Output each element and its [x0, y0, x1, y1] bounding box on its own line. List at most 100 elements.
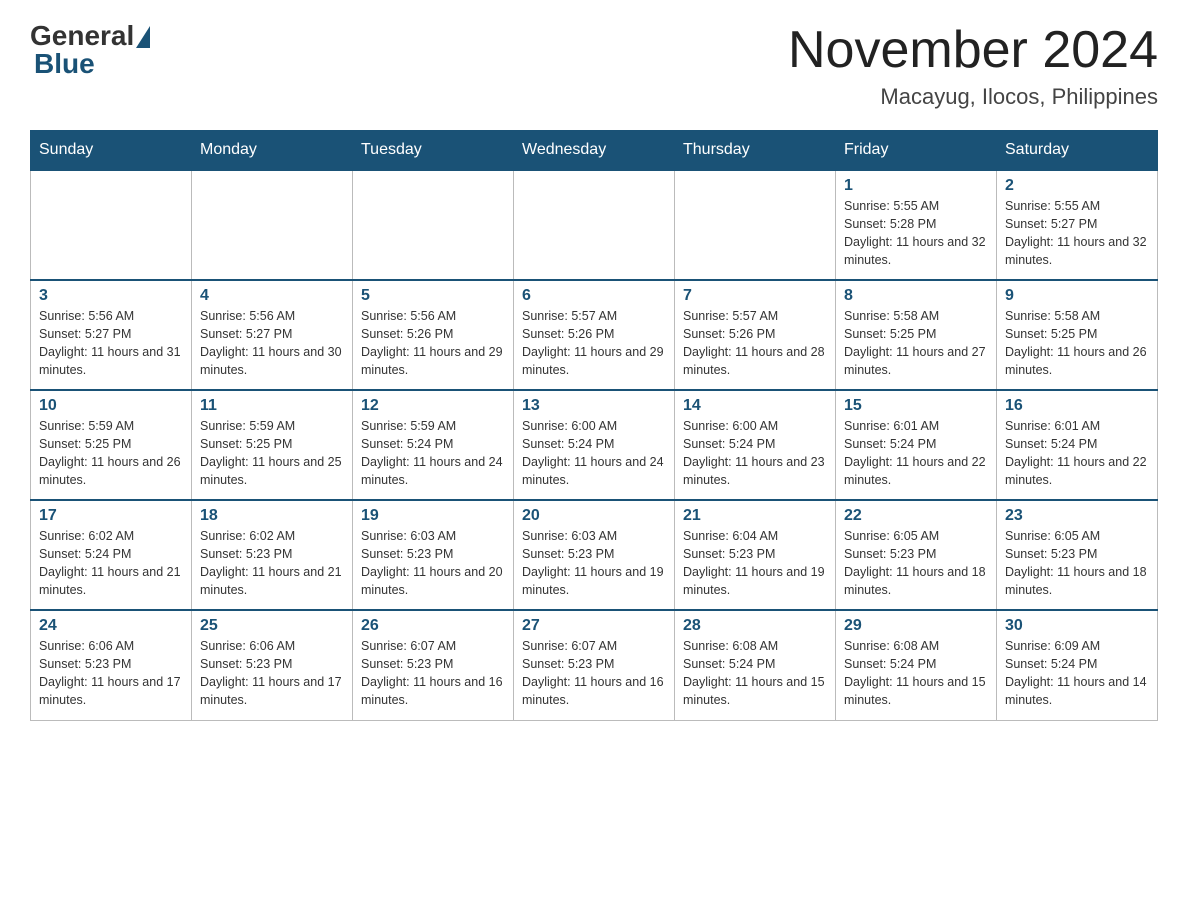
location-subtitle: Macayug, Ilocos, Philippines [788, 84, 1158, 110]
calendar-cell: 24Sunrise: 6:06 AM Sunset: 5:23 PM Dayli… [31, 610, 192, 720]
calendar-cell: 4Sunrise: 5:56 AM Sunset: 5:27 PM Daylig… [192, 280, 353, 390]
calendar-cell: 9 Sunrise: 5:58 AM Sunset: 5:25 PM Daylig… [997, 280, 1158, 390]
calendar-header-monday: Monday [192, 131, 353, 171]
day-number: 29 [844, 617, 988, 635]
calendar-cell: 13 Sunrise: 6:00 AM Sunset: 5:24 PM Dayli… [514, 390, 675, 500]
calendar-cell: 12 Sunrise: 5:59 AM Sunset: 5:24 PM Dayli… [353, 390, 514, 500]
calendar-cell: 16Sunrise: 6:01 AM Sunset: 5:24 PM Dayli… [997, 390, 1158, 500]
day-info: Sunrise: 6:01 AM Sunset: 5:24 PM Dayligh… [1005, 417, 1149, 490]
calendar-table: SundayMondayTuesdayWednesdayThursdayFrid… [30, 130, 1158, 721]
calendar-week-row: 24 Sunrise: 6:06 AM Sunset: 5:23 PM Dayli… [31, 610, 1158, 720]
day-info: Sunrise: 6:06 AM Sunset: 5:23 PM Dayligh… [200, 637, 344, 710]
day-info: Sunrise: 6:02 AM Sunset: 5:24 PM Dayligh… [39, 527, 183, 600]
calendar-week-row: 10Sunrise: 5:59 AM Sunset: 5:25 PM Dayli… [31, 390, 1158, 500]
day-number: 25 [200, 617, 344, 635]
day-number: 7 [683, 287, 827, 305]
day-info: Sunrise: 6:04 AM Sunset: 5:23 PM Dayligh… [683, 527, 827, 600]
calendar-week-row: 3 Sunrise: 5:56 AM Sunset: 5:27 PM Daylig… [31, 280, 1158, 390]
calendar-cell: 29Sunrise: 6:08 AM Sunset: 5:24 PM Dayli… [836, 610, 997, 720]
day-number: 15 [844, 397, 988, 415]
calendar-cell: 17 Sunrise: 6:02 AM Sunset: 5:24 PM Dayli… [31, 500, 192, 610]
day-info: Sunrise: 6:09 AM Sunset: 5:24 PM Dayligh… [1005, 637, 1149, 710]
day-info: Sunrise: 6:02 AM Sunset: 5:23 PM Dayligh… [200, 527, 344, 600]
day-info: Sunrise: 6:07 AM Sunset: 5:23 PM Dayligh… [361, 637, 505, 710]
calendar-cell: 20 Sunrise: 6:03 AM Sunset: 5:23 PM Dayli… [514, 500, 675, 610]
day-number: 20 [522, 507, 666, 525]
calendar-header-tuesday: Tuesday [353, 131, 514, 171]
day-info: Sunrise: 5:56 AM Sunset: 5:26 PM Dayligh… [361, 307, 505, 380]
day-info: Sunrise: 6:07 AM Sunset: 5:23 PM Dayligh… [522, 637, 666, 710]
day-info: Sunrise: 6:05 AM Sunset: 5:23 PM Dayligh… [1005, 527, 1149, 600]
page-header: General Blue November 2024 Macayug, Iloc… [30, 20, 1158, 110]
calendar-cell: 5Sunrise: 5:56 AM Sunset: 5:26 PM Daylig… [353, 280, 514, 390]
calendar-cell: 3 Sunrise: 5:56 AM Sunset: 5:27 PM Daylig… [31, 280, 192, 390]
logo-triangle-icon [136, 26, 150, 48]
day-number: 23 [1005, 507, 1149, 525]
day-number: 28 [683, 617, 827, 635]
calendar-cell: 11Sunrise: 5:59 AM Sunset: 5:25 PM Dayli… [192, 390, 353, 500]
day-info: Sunrise: 5:57 AM Sunset: 5:26 PM Dayligh… [522, 307, 666, 380]
day-info: Sunrise: 5:59 AM Sunset: 5:24 PM Dayligh… [361, 417, 505, 490]
day-number: 19 [361, 507, 505, 525]
calendar-week-row: 17 Sunrise: 6:02 AM Sunset: 5:24 PM Dayli… [31, 500, 1158, 610]
day-info: Sunrise: 5:55 AM Sunset: 5:28 PM Dayligh… [844, 197, 988, 270]
calendar-cell [31, 170, 192, 280]
day-number: 12 [361, 397, 505, 415]
calendar-cell: 7 Sunrise: 5:57 AM Sunset: 5:26 PM Daylig… [675, 280, 836, 390]
calendar-cell [514, 170, 675, 280]
calendar-cell: 2Sunrise: 5:55 AM Sunset: 5:27 PM Daylig… [997, 170, 1158, 280]
calendar-cell: 23 Sunrise: 6:05 AM Sunset: 5:23 PM Dayli… [997, 500, 1158, 610]
day-info: Sunrise: 6:01 AM Sunset: 5:24 PM Dayligh… [844, 417, 988, 490]
calendar-cell: 8 Sunrise: 5:58 AM Sunset: 5:25 PM Daylig… [836, 280, 997, 390]
calendar-cell: 19 Sunrise: 6:03 AM Sunset: 5:23 PM Dayli… [353, 500, 514, 610]
day-info: Sunrise: 6:03 AM Sunset: 5:23 PM Dayligh… [522, 527, 666, 600]
day-info: Sunrise: 5:56 AM Sunset: 5:27 PM Dayligh… [200, 307, 344, 380]
day-number: 17 [39, 507, 183, 525]
day-number: 24 [39, 617, 183, 635]
day-info: Sunrise: 5:58 AM Sunset: 5:25 PM Dayligh… [1005, 307, 1149, 380]
day-info: Sunrise: 5:57 AM Sunset: 5:26 PM Dayligh… [683, 307, 827, 380]
day-number: 22 [844, 507, 988, 525]
day-info: Sunrise: 5:55 AM Sunset: 5:27 PM Dayligh… [1005, 197, 1149, 270]
day-number: 3 [39, 287, 183, 305]
calendar-cell: 6 Sunrise: 5:57 AM Sunset: 5:26 PM Daylig… [514, 280, 675, 390]
calendar-cell: 14 Sunrise: 6:00 AM Sunset: 5:24 PM Dayli… [675, 390, 836, 500]
calendar-cell: 1Sunrise: 5:55 AM Sunset: 5:28 PM Daylig… [836, 170, 997, 280]
day-number: 6 [522, 287, 666, 305]
day-number: 21 [683, 507, 827, 525]
calendar-header-wednesday: Wednesday [514, 131, 675, 171]
day-info: Sunrise: 6:00 AM Sunset: 5:24 PM Dayligh… [522, 417, 666, 490]
title-section: November 2024 Macayug, Ilocos, Philippin… [788, 20, 1158, 110]
calendar-header-friday: Friday [836, 131, 997, 171]
calendar-cell: 10Sunrise: 5:59 AM Sunset: 5:25 PM Dayli… [31, 390, 192, 500]
day-info: Sunrise: 6:05 AM Sunset: 5:23 PM Dayligh… [844, 527, 988, 600]
day-number: 9 [1005, 287, 1149, 305]
calendar-header-sunday: Sunday [31, 131, 192, 171]
day-number: 26 [361, 617, 505, 635]
calendar-header-row: SundayMondayTuesdayWednesdayThursdayFrid… [31, 131, 1158, 171]
day-number: 14 [683, 397, 827, 415]
logo-blue-text: Blue [34, 48, 95, 80]
day-number: 13 [522, 397, 666, 415]
calendar-cell [675, 170, 836, 280]
calendar-cell: 30 Sunrise: 6:09 AM Sunset: 5:24 PM Dayli… [997, 610, 1158, 720]
day-info: Sunrise: 6:03 AM Sunset: 5:23 PM Dayligh… [361, 527, 505, 600]
calendar-header-thursday: Thursday [675, 131, 836, 171]
calendar-cell: 27 Sunrise: 6:07 AM Sunset: 5:23 PM Dayli… [514, 610, 675, 720]
calendar-cell: 26 Sunrise: 6:07 AM Sunset: 5:23 PM Dayli… [353, 610, 514, 720]
logo: General Blue [30, 20, 150, 80]
day-info: Sunrise: 5:56 AM Sunset: 5:27 PM Dayligh… [39, 307, 183, 380]
calendar-cell: 28 Sunrise: 6:08 AM Sunset: 5:24 PM Dayli… [675, 610, 836, 720]
main-title: November 2024 [788, 20, 1158, 80]
day-number: 11 [200, 397, 344, 415]
day-number: 27 [522, 617, 666, 635]
day-number: 30 [1005, 617, 1149, 635]
calendar-cell: 25 Sunrise: 6:06 AM Sunset: 5:23 PM Dayli… [192, 610, 353, 720]
day-info: Sunrise: 6:00 AM Sunset: 5:24 PM Dayligh… [683, 417, 827, 490]
calendar-cell: 15 Sunrise: 6:01 AM Sunset: 5:24 PM Dayli… [836, 390, 997, 500]
day-number: 8 [844, 287, 988, 305]
day-info: Sunrise: 6:08 AM Sunset: 5:24 PM Dayligh… [683, 637, 827, 710]
calendar-cell [353, 170, 514, 280]
calendar-cell: 18Sunrise: 6:02 AM Sunset: 5:23 PM Dayli… [192, 500, 353, 610]
day-info: Sunrise: 5:58 AM Sunset: 5:25 PM Dayligh… [844, 307, 988, 380]
